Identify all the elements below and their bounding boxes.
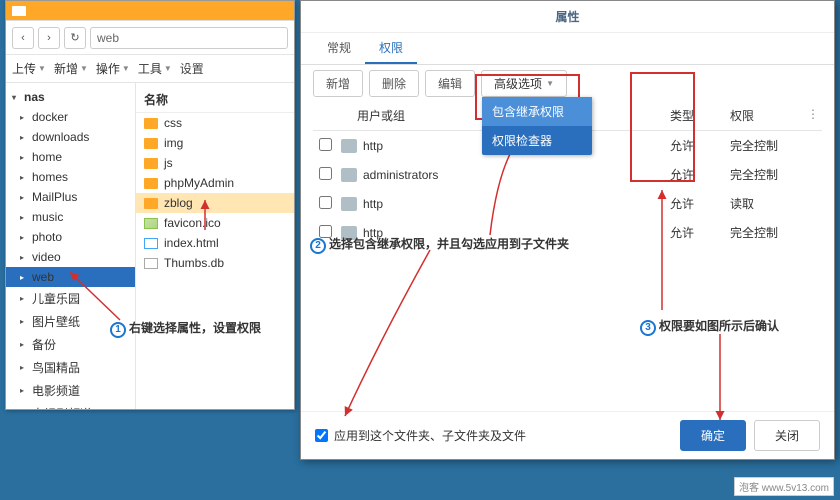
user-icon <box>341 139 357 153</box>
close-button[interactable]: 关闭 <box>754 420 820 451</box>
perm-advanced-menu[interactable]: 高级选项▼ 包含继承权限 权限检查器 <box>481 70 567 97</box>
perm-edit-button[interactable]: 编辑 <box>425 70 475 97</box>
user-icon <box>341 168 357 182</box>
tree-item-music[interactable]: ▸music <box>6 207 135 227</box>
tree-item-video[interactable]: ▸video <box>6 247 135 267</box>
perm-delete-button[interactable]: 删除 <box>369 70 419 97</box>
file-icon <box>144 258 158 269</box>
fm-titlebar <box>6 1 294 21</box>
perm-toolbar: 新增 删除 编辑 高级选项▼ 包含继承权限 权限检查器 <box>301 65 834 101</box>
apply-checkbox-input[interactable] <box>315 429 328 442</box>
tab-general[interactable]: 常规 <box>313 33 365 64</box>
refresh-button[interactable]: ↻ <box>64 27 86 49</box>
folder-icon <box>144 118 158 129</box>
fm-toolbar: 上传▼ 新增▼ 操作▼ 工具▼ 设置 <box>6 55 294 83</box>
file-icon <box>144 238 158 249</box>
file-row[interactable]: css <box>136 113 294 133</box>
file-row[interactable]: img <box>136 133 294 153</box>
tree-item-homes[interactable]: ▸homes <box>6 167 135 187</box>
folder-icon <box>144 198 158 209</box>
file-row[interactable]: index.html <box>136 233 294 253</box>
watermark: 泡客 www.5v13.com <box>734 477 834 496</box>
file-icon <box>144 218 158 229</box>
file-manager-window: ‹ › ↻ web 上传▼ 新增▼ 操作▼ 工具▼ 设置 ▾nas ▸docke… <box>5 0 295 410</box>
file-list[interactable]: 名称 cssimgjsphpMyAdminzblogfavicon.icoind… <box>136 83 294 409</box>
create-menu[interactable]: 新增▼ <box>54 60 88 77</box>
tree-item-downloads[interactable]: ▸downloads <box>6 127 135 147</box>
tree-item-web[interactable]: ▸web <box>6 267 135 287</box>
more-icon[interactable]: ⋮ <box>804 107 822 124</box>
upload-menu[interactable]: 上传▼ <box>12 60 46 77</box>
tab-permissions[interactable]: 权限 <box>365 33 417 64</box>
dialog-title: 属性 <box>301 1 834 33</box>
forward-button[interactable]: › <box>38 27 60 49</box>
apply-recursive-checkbox[interactable]: 应用到这个文件夹、子文件夹及文件 <box>315 427 526 444</box>
file-row[interactable]: js <box>136 153 294 173</box>
dialog-tabs: 常规 权限 <box>301 33 834 65</box>
fm-navbar: ‹ › ↻ web <box>6 21 294 55</box>
user-icon <box>341 197 357 211</box>
dropdown-inherit[interactable]: 包含继承权限 <box>482 97 592 126</box>
back-button[interactable]: ‹ <box>12 27 34 49</box>
file-row[interactable]: favicon.ico <box>136 213 294 233</box>
file-row[interactable]: Thumbs.db <box>136 253 294 273</box>
tree-item-photo[interactable]: ▸photo <box>6 227 135 247</box>
dialog-footer: 应用到这个文件夹、子文件夹及文件 确定 关闭 <box>301 411 834 459</box>
path-input[interactable]: web <box>90 27 288 49</box>
perm-row[interactable]: http允许读取 <box>313 189 822 218</box>
advanced-dropdown: 包含继承权限 权限检查器 <box>482 97 592 155</box>
tree-item-鸟国精品[interactable]: ▸鸟国精品 <box>6 356 135 379</box>
annotation-1: 1右键选择属性，设置权限 <box>110 319 261 338</box>
folder-icon <box>12 6 26 16</box>
tool-menu[interactable]: 工具▼ <box>138 60 172 77</box>
row-checkbox[interactable] <box>319 196 332 209</box>
file-row[interactable]: zblog <box>136 193 294 213</box>
col-type: 类型 <box>664 107 724 124</box>
tree-root[interactable]: ▾nas <box>6 87 135 107</box>
action-menu[interactable]: 操作▼ <box>96 60 130 77</box>
folder-icon <box>144 158 158 169</box>
perm-row[interactable]: administrators允许完全控制 <box>313 160 822 189</box>
file-row[interactable]: phpMyAdmin <box>136 173 294 193</box>
row-checkbox[interactable] <box>319 167 332 180</box>
tree-item-docker[interactable]: ▸docker <box>6 107 135 127</box>
tree-item-电影频道[interactable]: ▸电影频道 <box>6 379 135 402</box>
properties-dialog: 属性 常规 权限 新增 删除 编辑 高级选项▼ 包含继承权限 权限检查器 用户或… <box>300 0 835 460</box>
annotation-3: 3权限要如图所示后确认 <box>640 317 779 336</box>
annotation-2: 2选择包含继承权限，并且勾选应用到子文件夹 <box>310 235 569 254</box>
file-list-header: 名称 <box>136 87 294 113</box>
dropdown-checker[interactable]: 权限检查器 <box>482 126 592 155</box>
folder-icon <box>144 138 158 149</box>
folder-icon <box>144 178 158 189</box>
row-checkbox[interactable] <box>319 138 332 151</box>
col-perm: 权限 <box>724 107 804 124</box>
tree-item-home[interactable]: ▸home <box>6 147 135 167</box>
setting-menu[interactable]: 设置 <box>180 60 204 77</box>
perm-create-button[interactable]: 新增 <box>313 70 363 97</box>
tree-item-儿童乐园[interactable]: ▸儿童乐园 <box>6 287 135 310</box>
tree-item-MailPlus[interactable]: ▸MailPlus <box>6 187 135 207</box>
folder-tree[interactable]: ▾nas ▸docker▸downloads▸home▸homes▸MailPl… <box>6 83 136 409</box>
tree-item-电视剧频道[interactable]: ▸电视剧频道 <box>6 402 135 409</box>
ok-button[interactable]: 确定 <box>680 420 746 451</box>
